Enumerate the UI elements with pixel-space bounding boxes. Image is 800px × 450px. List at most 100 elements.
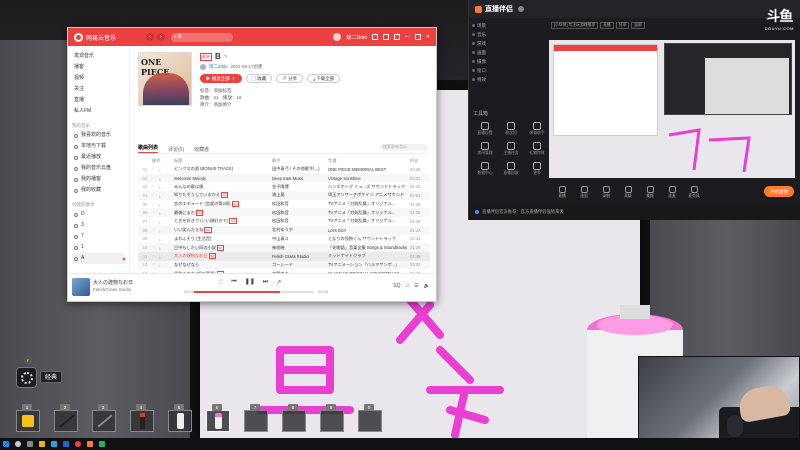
next-icon[interactable]: ⏭	[263, 279, 268, 286]
tab-songs[interactable]: 歌曲列表	[138, 144, 159, 153]
song-actions[interactable]: ♡ ⤓	[152, 217, 174, 226]
hotbar-slot[interactable]: 7	[244, 404, 278, 432]
stream-assistant-window[interactable]: 直播伴侣 斗鱼 DOUYU.COM 场景 音乐 游戏 画面 摄像 窗口 特效 工具箱 直播设…	[468, 0, 800, 220]
task-view-icon[interactable]	[27, 441, 33, 447]
pause-button[interactable]: ❚❚	[244, 277, 255, 287]
table-row[interactable]: 03 ♡ ⤓ みんなの歌は僕 金子隆博 ハンズホーグ ミュ...ズ サウンドトラック 01…	[138, 182, 430, 191]
song-artist[interactable]: 神前暁	[272, 243, 328, 252]
minimize-icon[interactable]: —	[405, 34, 410, 40]
sidebar-item[interactable]: 本地与下载	[72, 141, 125, 152]
notice-text[interactable]: 直播伴侣官方推荐：官方直播伴侣强势来袭	[482, 209, 564, 215]
playlist-queue-icon[interactable]: ☰	[414, 283, 418, 289]
back-arrow-icon[interactable]: ‹	[146, 33, 155, 41]
share-button[interactable]: ↗ 分享	[276, 74, 304, 83]
song-actions[interactable]: ♡ ⤓	[152, 165, 174, 174]
skin-icon[interactable]	[393, 34, 400, 40]
quality-icon[interactable]: SQ	[393, 283, 400, 289]
sidebar-item[interactable]: 视频	[72, 73, 125, 84]
song-title[interactable]: なぜなぜなら	[174, 260, 272, 270]
windows-start-icon[interactable]	[3, 441, 9, 447]
song-actions[interactable]: ♡ ⤓	[152, 191, 174, 200]
hotbar-slot[interactable]: 4	[130, 404, 164, 432]
table-row[interactable]: 10 ♡ ⤓ 日中もしたい同の小説 SQ 神前暁 「化物語」音楽全集 Songs & So…	[138, 243, 430, 252]
sidebar-item[interactable]: 关注	[72, 84, 125, 95]
scene-visibility-icon[interactable]	[472, 51, 475, 54]
steam-icon[interactable]	[63, 441, 69, 447]
table-row[interactable]: 12 ♡ ⤓ なぜなぜなら ゴーシーヤ TVアニメーション「ハルヲサンポ...」 03:0…	[138, 260, 430, 270]
hotbar-slot[interactable]: 1	[16, 404, 50, 432]
song-album[interactable]: TVアニメーション「ハルヲサンポ...」	[328, 260, 410, 270]
douyu-taskbar-icon[interactable]	[87, 441, 93, 447]
hotbar-slot-box[interactable]	[320, 410, 344, 432]
scene-visibility-icon[interactable]	[472, 24, 475, 27]
stream-bottom-button[interactable]: 美颜	[641, 185, 659, 199]
song-artist[interactable]: Fetish Grass Studio	[272, 251, 328, 261]
table-row[interactable]: 04 ♡ ⤓ 知りたそうしているかえ SQ 浦上晃 埼玉アンサーチポケイン アニメサウンド…	[138, 191, 430, 200]
music-app-window[interactable]: 网易云音乐 ‹ › ⌕ B 烧二Zinki — ✕ 发现音乐 播客 视频 关注 直播 私人…	[67, 27, 437, 302]
song-artist[interactable]: 金子隆博	[272, 182, 328, 191]
stream-preview[interactable]	[549, 40, 795, 178]
song-album[interactable]: ハンズホーグ ミュ...ズ サウンドトラック	[328, 182, 410, 191]
preview-chip[interactable]: 分享	[615, 22, 630, 29]
stream-bottom-button[interactable]: 录制	[597, 185, 615, 199]
mode-label[interactable]: 经典	[40, 371, 63, 383]
song-artist[interactable]: 松田和音	[272, 200, 328, 209]
column-header[interactable]	[138, 157, 152, 165]
hotbar-slot-box[interactable]	[168, 410, 192, 432]
toolbox-item[interactable]: 房间管理	[473, 140, 497, 158]
table-row[interactable]: 09 ♡ ⤓ まわふそり (生活音) 中山真斗 となりの怪物くん サウンドトラック 02:…	[138, 235, 430, 244]
song-title[interactable]: 大人の建物なお日 SQ	[174, 251, 272, 261]
song-title[interactable]: ときを好きで (いい顔好きで) SQ	[174, 217, 272, 226]
song-actions[interactable]: ♡ ⤓	[152, 260, 174, 270]
now-playing-title[interactable]: 大人の建物なお日	[93, 279, 133, 286]
toolbox-item[interactable]: 直播回放	[499, 160, 523, 178]
song-artist[interactable]: 松田和音	[272, 217, 328, 226]
scene-item[interactable]: 游戏	[472, 39, 542, 48]
hotbar-slot-box[interactable]	[358, 410, 382, 432]
toolbox-item[interactable]: 数据中心	[473, 160, 497, 178]
song-album[interactable]: ミッドナイトクラブ	[328, 251, 410, 261]
edit-icon[interactable]: ✎	[224, 54, 228, 60]
like-download-icons[interactable]: ♡ ⤓	[152, 202, 162, 207]
scene-visibility-icon[interactable]	[472, 69, 475, 72]
hotbar-slot[interactable]: 2	[54, 404, 88, 432]
column-header[interactable]: 标题	[174, 157, 272, 165]
song-title[interactable]: まわふそり (生活音)	[174, 235, 272, 244]
scene-item[interactable]: 窗口	[472, 66, 542, 75]
sidebar-item[interactable]: 我的音乐云盘	[72, 163, 125, 174]
like-download-icons[interactable]: ♡ ⤓	[152, 236, 162, 241]
hotbar-slot[interactable]: 0	[358, 404, 392, 432]
song-album[interactable]: ONE PIECE MEMORIAL BEST	[328, 165, 410, 174]
toolbox-item[interactable]: 礼物特效	[525, 140, 549, 158]
like-icon[interactable]: ♡	[218, 279, 223, 286]
scene-visibility-icon[interactable]	[472, 60, 475, 63]
scene-item[interactable]: 画面	[472, 48, 542, 57]
forward-arrow-icon[interactable]: ›	[157, 33, 166, 41]
song-title[interactable]: 知りたそうしているかえ SQ	[174, 191, 272, 200]
toolbox-item[interactable]: 粉丝团	[499, 120, 523, 138]
sidebar-item[interactable]: 播客	[72, 62, 125, 73]
like-download-icons[interactable]: ♡ ⤓	[152, 219, 162, 224]
song-actions[interactable]: ♡ ⤓	[152, 173, 174, 183]
hotbar-slot-box[interactable]	[206, 410, 230, 432]
song-album[interactable]: TVアニメ「刀剣乱舞」オリジナル...	[328, 200, 410, 209]
sidebar-item[interactable]: 私人FM	[72, 106, 125, 117]
table-row[interactable]: 07 ♡ ⤓ ときを好きで (いい顔好きで) SQ 松田和音 TVアニメ「刀剣乱舞」オリジ…	[138, 217, 430, 226]
table-row[interactable]: 01 ♡ ⤓ ビンクスの酒 (BONUS TRACK) 田中真弓 / その他歌手(..…	[138, 165, 430, 174]
sidebar-item[interactable]: 我喜欢的音乐	[72, 130, 125, 141]
song-album[interactable]: TVアニメ「刀剣乱舞」オリジナル...	[328, 217, 410, 226]
preview-chip[interactable]: [小伙伴] 专注玩游戏推荐	[551, 22, 599, 29]
song-actions[interactable]: ♡ ⤓	[152, 208, 174, 218]
song-actions[interactable]: ♡ ⤓	[152, 225, 174, 235]
song-title[interactable]: 日中もしたい同の小説 SQ	[174, 243, 272, 252]
hotbar-slot[interactable]: 8	[282, 404, 316, 432]
like-download-icons[interactable]: ♡ ⤓	[152, 193, 162, 198]
sidebar-playlist-item[interactable]: 7	[72, 231, 125, 242]
song-artist[interactable]: 北村ゆうや	[272, 225, 328, 235]
close-icon[interactable]: ✕	[426, 34, 430, 40]
stream-bottom-button[interactable]: 画面	[575, 185, 593, 199]
like-download-icons[interactable]: ♡ ⤓	[152, 210, 162, 215]
song-actions[interactable]: ♡ ⤓	[152, 243, 174, 252]
sidebar-playlist-item[interactable]: 1	[72, 242, 125, 253]
edge-icon[interactable]	[51, 441, 57, 447]
